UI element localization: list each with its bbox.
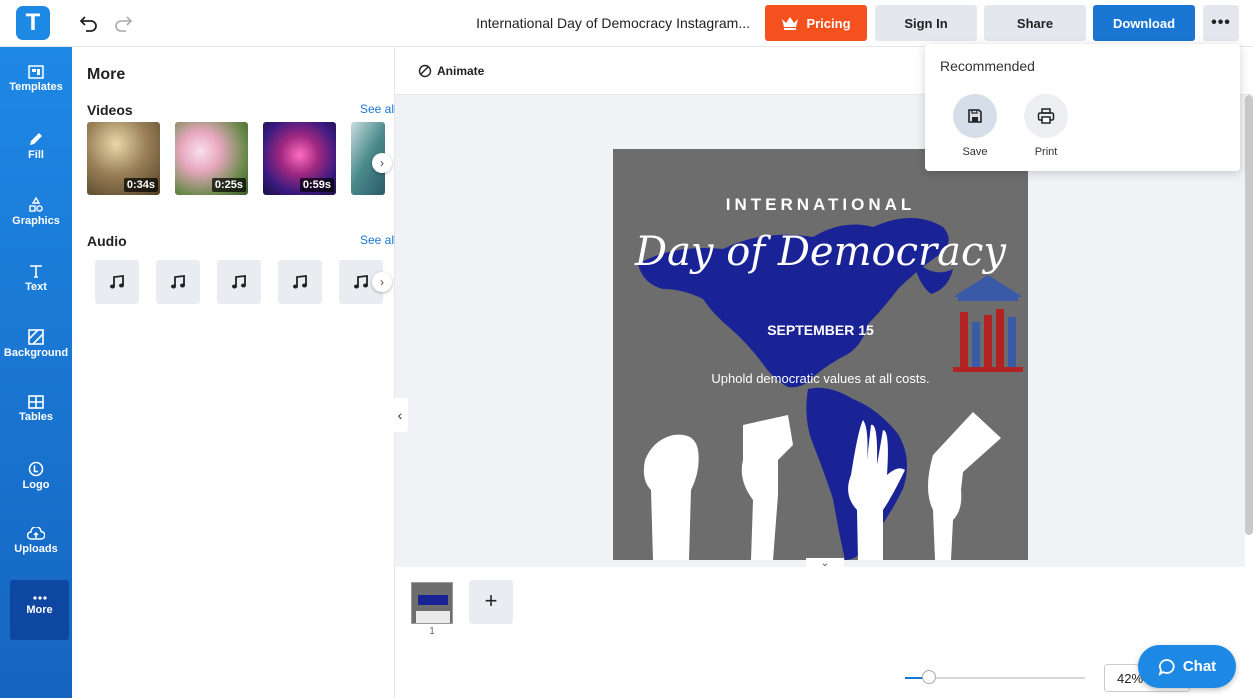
- background-icon: [28, 329, 44, 345]
- pricing-label: Pricing: [806, 15, 851, 31]
- music-note-icon: [293, 275, 307, 289]
- zoom-slider-handle[interactable]: [922, 670, 936, 684]
- raised-hands-illustration: [643, 412, 1001, 560]
- music-note-icon: [110, 275, 124, 289]
- design-heading[interactable]: INTERNATIONAL: [613, 195, 1028, 215]
- vertical-scrollbar[interactable]: [1245, 95, 1253, 535]
- more-options-button[interactable]: •••: [1203, 5, 1239, 41]
- pricing-button[interactable]: Pricing: [765, 5, 867, 41]
- sidebar-item-text[interactable]: Text: [0, 255, 72, 311]
- undo-icon[interactable]: [78, 12, 100, 34]
- music-note-icon: [354, 275, 368, 289]
- sidebar-item-label: Tables: [18, 411, 54, 423]
- animate-icon: [418, 64, 432, 78]
- video-duration: 0:34s: [123, 178, 158, 192]
- sidebar-item-logo[interactable]: Logo: [0, 453, 72, 509]
- top-bar: T International Day of Democracy Instagr…: [0, 0, 1253, 47]
- video-thumbnail[interactable]: 0:25s: [175, 122, 248, 195]
- sidebar-item-label: More: [26, 604, 53, 616]
- sidebar-item-graphics[interactable]: Graphics: [0, 189, 72, 245]
- sidebar-item-templates[interactable]: Templates: [0, 57, 72, 113]
- document-title[interactable]: International Day of Democracy Instagram…: [440, 15, 750, 31]
- videos-next-icon[interactable]: ›: [372, 153, 392, 173]
- chat-button[interactable]: Chat: [1138, 645, 1236, 688]
- design-script-title[interactable]: Day of Democracy: [613, 229, 1028, 275]
- page-number: 1: [429, 626, 435, 637]
- pencil-icon: [30, 133, 42, 145]
- audio-track[interactable]: [95, 260, 139, 304]
- app-logo[interactable]: T: [16, 6, 50, 40]
- templates-icon: [28, 65, 44, 79]
- audio-next-icon[interactable]: ›: [372, 272, 392, 292]
- music-note-icon: [232, 275, 246, 289]
- animate-label: Animate: [437, 64, 485, 78]
- save-icon-circle: [953, 94, 997, 138]
- design-tagline[interactable]: Uphold democratic values at all costs.: [613, 371, 1028, 386]
- sidebar-item-uploads[interactable]: Uploads: [0, 519, 72, 575]
- video-duration: 0:25s: [211, 178, 246, 192]
- shapes-icon: [29, 197, 43, 212]
- video-thumbnail[interactable]: 0:34s: [87, 122, 160, 195]
- sidebar-item-label: Uploads: [14, 543, 58, 555]
- page-thumbnail[interactable]: [411, 582, 453, 624]
- music-note-icon: [171, 275, 185, 289]
- sidebar-item-label: Templates: [9, 81, 63, 93]
- menu-title: Recommended: [940, 58, 1035, 74]
- chat-bubble-icon: [1158, 658, 1175, 676]
- sidebar-item-tables[interactable]: Tables: [0, 387, 72, 443]
- print-icon-circle: [1024, 94, 1068, 138]
- share-button[interactable]: Share: [984, 5, 1086, 41]
- sign-in-button[interactable]: Sign In: [875, 5, 977, 41]
- redo-icon[interactable]: [112, 12, 134, 34]
- design-canvas[interactable]: INTERNATIONAL Day of Democracy SEPTEMBER…: [613, 149, 1028, 560]
- sidebar-item-label: Graphics: [12, 215, 60, 227]
- collapse-panel-button[interactable]: ‹: [392, 398, 408, 432]
- sidebar-item-label: Background: [3, 347, 69, 359]
- video-duration: 0:59s: [299, 178, 334, 192]
- audio-see-all-link[interactable]: See all: [360, 233, 397, 247]
- floppy-disk-icon: [968, 109, 982, 123]
- table-icon: [28, 395, 44, 409]
- add-page-button[interactable]: +: [469, 580, 513, 624]
- more-dots-icon: [32, 596, 47, 600]
- crown-icon: [782, 17, 799, 30]
- logo-icon: [28, 461, 44, 477]
- save-label: Save: [962, 146, 988, 158]
- expand-bottom-icon[interactable]: ⌄: [806, 558, 844, 572]
- audio-track[interactable]: [156, 260, 200, 304]
- video-thumbnail[interactable]: 0:59s: [263, 122, 336, 195]
- text-icon: [30, 265, 42, 278]
- audio-heading: Audio: [87, 233, 127, 249]
- sidebar-item-background[interactable]: Background: [0, 321, 72, 377]
- design-date[interactable]: SEPTEMBER 15: [613, 322, 1028, 338]
- upload-cloud-icon: [27, 527, 45, 540]
- animate-button[interactable]: Animate: [418, 64, 484, 78]
- videos-heading: Videos: [87, 102, 133, 118]
- print-label: Print: [1034, 146, 1058, 158]
- sidebar-item-label: Fill: [28, 149, 44, 161]
- left-sidebar: Templates Fill Graphics Text Background …: [0, 47, 72, 698]
- download-options-menu: Recommended Save Print: [925, 44, 1240, 171]
- save-option[interactable]: Save: [945, 94, 1005, 158]
- audio-track[interactable]: [217, 260, 261, 304]
- sidebar-item-more[interactable]: More: [10, 580, 69, 640]
- sidebar-item-fill[interactable]: Fill: [0, 123, 72, 179]
- sidebar-item-label: Logo: [22, 479, 50, 491]
- download-button[interactable]: Download: [1093, 5, 1195, 41]
- printer-icon: [1037, 108, 1055, 124]
- videos-see-all-link[interactable]: See all: [360, 102, 397, 116]
- chat-label: Chat: [1182, 658, 1217, 675]
- panel-title: More: [87, 66, 126, 83]
- print-option[interactable]: Print: [1016, 94, 1076, 158]
- sidebar-item-label: Text: [25, 281, 47, 293]
- audio-track[interactable]: [278, 260, 322, 304]
